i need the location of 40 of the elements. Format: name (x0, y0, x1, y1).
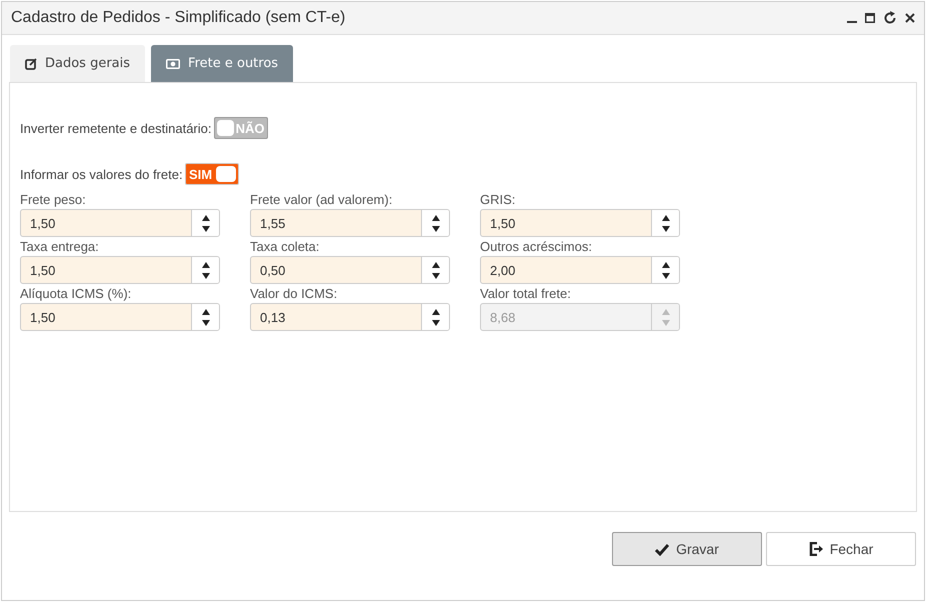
spinner-arrows-icon (432, 262, 440, 278)
number-field[interactable]: 2,00 (480, 256, 680, 284)
number-field[interactable]: 0,50 (250, 256, 450, 284)
spinner-arrows-icon (662, 262, 670, 278)
edit-icon (25, 58, 37, 70)
toggle-label: Inverter remetente e destinatário: (20, 120, 212, 136)
spinner-arrows-icon (432, 308, 440, 326)
field-label: Taxa entrega: (20, 239, 100, 254)
spinner-arrows-icon (662, 214, 670, 232)
field-label: Valor do ICMS: (250, 286, 338, 301)
field-label: GRIS: (480, 192, 516, 207)
number-field[interactable]: 1,50 (20, 209, 220, 237)
exit-icon (808, 542, 823, 556)
tab[interactable]: Dados gerais (10, 45, 146, 82)
number-field[interactable]: 1,55 (250, 209, 450, 237)
save-button[interactable]: Gravar (612, 532, 762, 566)
number-field[interactable]: 0,13 (250, 303, 450, 331)
field-label: Outros acréscimos: (480, 239, 593, 254)
field-label: Taxa coleta: (250, 239, 320, 254)
spinner-arrows-icon (432, 214, 440, 232)
number-field[interactable]: 1,50 (20, 256, 220, 284)
refresh-icon[interactable] (883, 11, 897, 25)
spinner-arrows-icon (202, 308, 210, 326)
spinner-arrows-icon (662, 308, 670, 326)
number-field[interactable]: 1,50 (480, 209, 680, 237)
field-label: Frete valor (ad valorem): (250, 192, 394, 207)
tab[interactable]: Frete e outros (151, 45, 294, 82)
banknote-icon (166, 58, 180, 68)
maximize-icon[interactable] (865, 13, 875, 23)
close-icon[interactable] (905, 13, 915, 23)
window-title: Cadastro de Pedidos - Simplificado (sem CT-e) (11, 9, 346, 27)
number-field[interactable]: 1,50 (20, 303, 220, 331)
close-button[interactable]: Fechar (766, 532, 916, 566)
spinner-arrows-icon (202, 262, 210, 278)
field-label: Valor total frete: (480, 286, 572, 301)
field-label: Alíquota ICMS (%): (20, 286, 132, 301)
spinner-arrows-icon (202, 214, 210, 232)
field-label: Frete peso: (20, 192, 87, 207)
toggle-label: Informar os valores do frete: (20, 166, 183, 182)
checkmark-icon (655, 542, 670, 556)
